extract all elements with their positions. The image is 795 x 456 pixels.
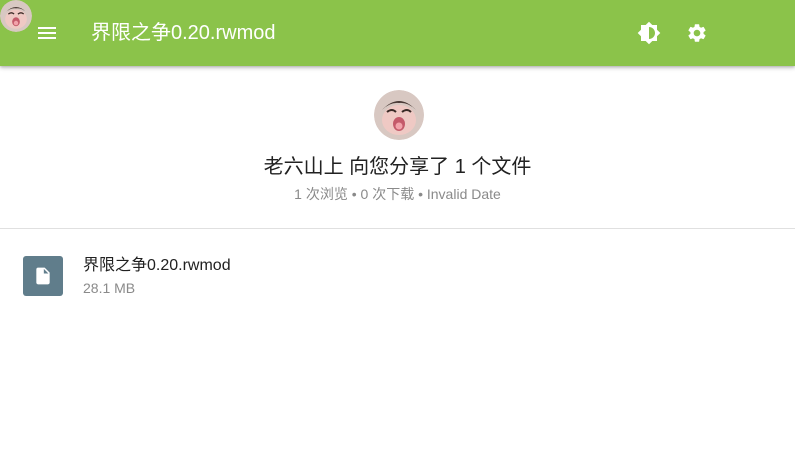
share-stats: 1 次浏览 • 0 次下载 • Invalid Date	[294, 186, 501, 202]
share-title: 老六山上 向您分享了 1 个文件	[263, 156, 532, 178]
menu-button[interactable]	[28, 14, 66, 52]
app-bar: 界限之争0.20.rwmod	[0, 0, 795, 66]
sharer-avatar	[374, 90, 424, 140]
share-info: 老六山上 向您分享了 1 个文件 1 次浏览 • 0 次下载 • Invalid…	[0, 66, 795, 229]
brightness-icon	[637, 21, 661, 45]
file-name: 界限之争0.20.rwmod	[83, 257, 231, 274]
file-list-item[interactable]: 界限之争0.20.rwmod 28.1 MB	[0, 240, 795, 304]
file-size: 28.1 MB	[83, 280, 136, 296]
menu-icon	[38, 27, 56, 39]
file-type-badge	[23, 256, 63, 296]
file-document-icon	[36, 267, 50, 285]
sharer-avatar-image	[374, 90, 424, 140]
settings-button[interactable]	[679, 15, 715, 51]
theme-toggle-button[interactable]	[631, 15, 667, 51]
settings-icon	[688, 24, 706, 42]
page-title: 界限之争0.20.rwmod	[91, 22, 276, 44]
